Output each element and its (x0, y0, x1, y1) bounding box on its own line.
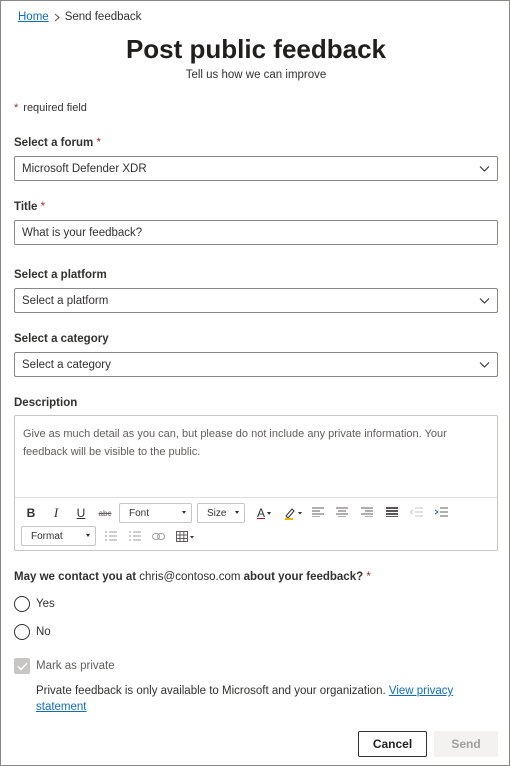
editor-toolbar: B I U abc Font Size A Format (15, 497, 497, 550)
radio-circle-icon (14, 596, 30, 612)
title-label: Title * (14, 201, 45, 213)
font-color-icon[interactable]: A (253, 503, 275, 523)
caret-down-icon (235, 511, 239, 514)
required-star: * (40, 201, 46, 213)
category-select[interactable]: Select a category (14, 352, 498, 377)
bulleted-list-icon[interactable] (104, 529, 118, 543)
page-subtitle: Tell us how we can improve (185, 69, 327, 81)
align-left-icon[interactable] (311, 505, 325, 519)
underline-icon[interactable]: U (73, 505, 89, 521)
caret-down-icon (86, 534, 90, 537)
platform-label: Select a platform (14, 269, 107, 281)
forum-select[interactable]: Microsoft Defender XDR (14, 156, 498, 181)
checkmark-icon (14, 658, 30, 674)
align-right-icon[interactable] (360, 505, 374, 519)
align-center-icon[interactable] (335, 505, 349, 519)
description-label: Description (14, 397, 78, 409)
feedback-dialog: Home Send feedback Post public feedback … (0, 0, 510, 766)
private-note-text: Private feedback is only available to Mi… (36, 685, 386, 697)
description-placeholder: Give as much detail as you can, but plea… (23, 428, 447, 458)
contact-question-post: about your feedback? (243, 571, 364, 583)
link-icon[interactable] (151, 529, 165, 543)
mark-private-checkbox[interactable]: Mark as private (14, 658, 115, 674)
title-label-text: Title (14, 201, 38, 213)
outdent-icon[interactable] (409, 505, 423, 519)
breadcrumb: Home Send feedback (18, 11, 141, 23)
radio-yes-label: Yes (36, 598, 55, 610)
description-editor[interactable]: Give as much detail as you can, but plea… (14, 415, 498, 551)
platform-select[interactable]: Select a platform (14, 288, 498, 313)
caret-down-icon (267, 511, 271, 515)
contact-question-pre: May we contact you at (14, 571, 137, 583)
contact-question: May we contact you at chris@contoso.com … (14, 571, 371, 583)
chevron-down-icon (479, 163, 490, 177)
font-color-label: A (256, 506, 265, 520)
forum-select-value: Microsoft Defender XDR (22, 162, 147, 175)
strikethrough-icon[interactable]: abc (95, 505, 115, 521)
italic-icon[interactable]: I (48, 505, 64, 521)
font-select-value: Font (129, 507, 150, 519)
mark-private-label: Mark as private (36, 660, 115, 672)
send-button[interactable]: Send (434, 731, 498, 757)
chevron-down-icon (479, 295, 490, 309)
forum-label-text: Select a forum (14, 137, 94, 149)
category-select-value: Select a category (22, 358, 111, 371)
chevron-right-icon (54, 13, 60, 22)
breadcrumb-home-link[interactable]: Home (18, 11, 49, 23)
highlight-icon[interactable] (282, 503, 304, 523)
numbered-list-icon[interactable] (128, 529, 142, 543)
indent-icon[interactable] (434, 505, 448, 519)
private-note: Private feedback is only available to Mi… (36, 683, 486, 715)
radio-no-label: No (36, 626, 51, 638)
category-label: Select a category (14, 333, 109, 345)
format-select[interactable]: Format (21, 526, 96, 546)
required-field-note: * required field (14, 102, 87, 114)
radio-no[interactable]: No (14, 624, 51, 640)
caret-down-icon (182, 511, 186, 514)
format-select-value: Format (31, 530, 63, 542)
radio-yes[interactable]: Yes (14, 596, 55, 612)
size-select-value: Size (207, 507, 227, 519)
font-select[interactable]: Font (119, 503, 192, 523)
table-icon[interactable] (175, 528, 197, 544)
required-star: * (96, 137, 101, 149)
cancel-button[interactable]: Cancel (358, 731, 427, 757)
title-input[interactable] (14, 220, 498, 245)
page-title: Post public feedback (125, 34, 387, 64)
contact-email: chris@contoso.com (139, 571, 241, 583)
justify-icon[interactable] (385, 505, 399, 519)
required-star: * (366, 571, 371, 583)
radio-circle-icon (14, 624, 30, 640)
required-field-text: required field (23, 102, 87, 114)
required-star: * (14, 102, 19, 114)
forum-label: Select a forum * (14, 137, 101, 149)
platform-select-value: Select a platform (22, 294, 109, 307)
bold-icon[interactable]: B (23, 505, 39, 521)
breadcrumb-current: Send feedback (64, 11, 142, 23)
chevron-down-icon (479, 359, 490, 373)
size-select[interactable]: Size (197, 503, 245, 523)
